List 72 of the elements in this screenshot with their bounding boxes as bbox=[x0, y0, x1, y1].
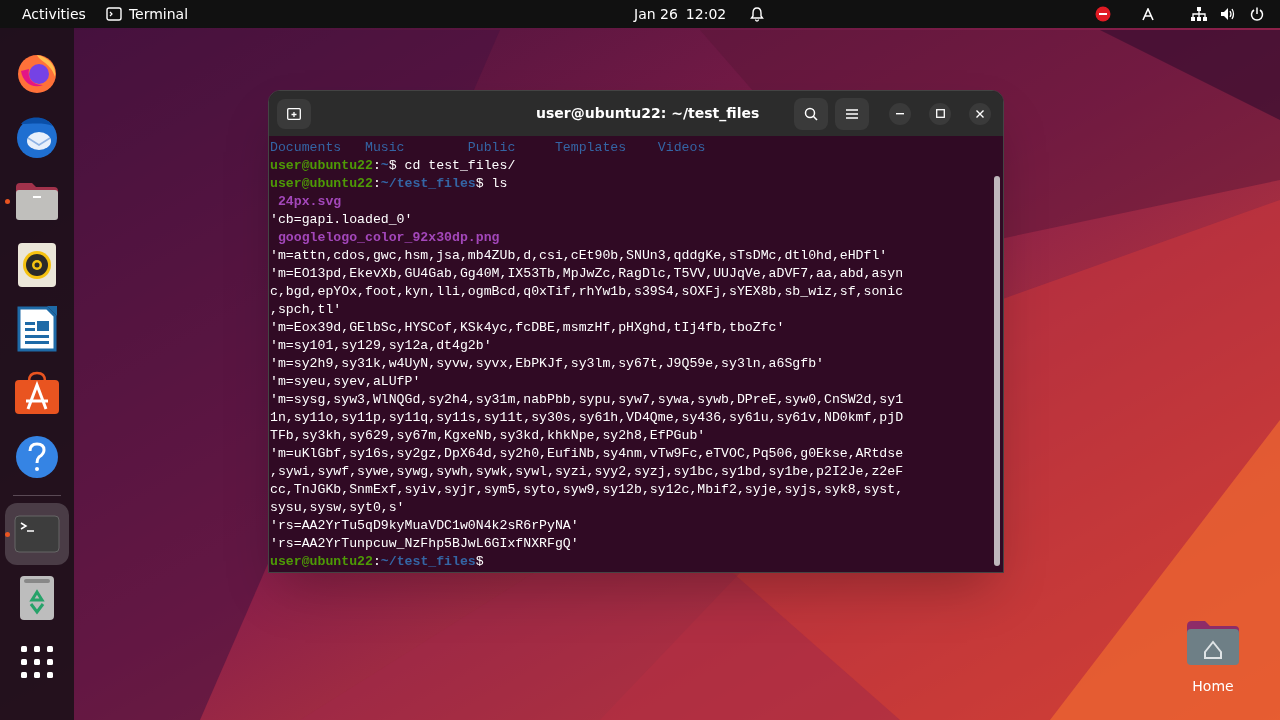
new-tab-icon bbox=[287, 107, 301, 120]
app-menu[interactable]: Terminal bbox=[128, 3, 189, 25]
minimize-icon bbox=[896, 112, 904, 115]
terminal-text: 'm=sysg,syw3,WlNQGd,sy2h4,sy31m,nabPbb,sypu,syw7,sywa,sywb,DPreE,syw0,CnSW2d,sy1 bbox=[270, 392, 904, 407]
terminal-text: 1n,sy11o,sy11p,sy11q,sy11s,sy11t,sy30s,sy61h,VD4Qme,sy436,sy61u,sy61v,ND0kmf,pjD bbox=[270, 410, 904, 425]
terminal-text: sysu,sysw,syt0,s' bbox=[270, 500, 405, 515]
maximize-icon bbox=[935, 109, 945, 118]
terminal-text: ,spch,tl' bbox=[270, 302, 342, 317]
terminal-text: 'm=syeu,syev,aLUfP' bbox=[270, 374, 421, 389]
terminal-text: $ ls bbox=[475, 176, 508, 191]
terminal-text: TFb,sy3kh,sy629,sy67m,KgxeNb,sy3kd,khkNpe,sy2h8,EfPGub' bbox=[270, 428, 706, 443]
home-folder-icon[interactable] bbox=[1185, 618, 1241, 666]
menu-button[interactable] bbox=[835, 97, 869, 130]
terminal-text: 'rs=AA2YrTu5qD9kyMuaVDC1w0N4k2sR6rPyNA' bbox=[270, 518, 579, 533]
speaker-icon bbox=[18, 243, 56, 287]
question-mark-icon bbox=[15, 435, 59, 479]
keyboard-layout-icon[interactable] bbox=[1142, 7, 1154, 21]
image-file-name: googlelogo_color_92x30dp.png bbox=[276, 230, 500, 245]
prompt-user: user@ubuntu22 bbox=[270, 176, 373, 191]
terminal-text: 'm=uKlGbf,sy16s,sy2gz,DpX64d,sy2h0,EufiNb,sy4nm,vTw9Fc,eTVOC,Pq506,g0Ekse,ARtdse bbox=[270, 446, 904, 461]
terminal-text: 'm=attn,cdos,gwc,hsm,jsa,mb4ZUb,d,csi,cEt90b,SNUn3,qddgKe,sTsDMc,dtl0hd,eHDfl' bbox=[270, 248, 888, 263]
prompt-path: ~/test_files bbox=[380, 176, 476, 191]
minimize-button[interactable] bbox=[889, 102, 911, 125]
window-title: user@ubuntu22: ~/test_files bbox=[536, 104, 760, 124]
terminal-text: c,bgd,epYOx,foot,kyn,lli,ogmBcd,q0xTif,rhYw1b,s39S4,sOXFj,sYEX8b,sb_wiz,sf,sonic bbox=[270, 284, 904, 299]
menu-icon bbox=[846, 108, 858, 119]
clock-text[interactable]: 12:02 bbox=[685, 3, 727, 25]
new-tab-button[interactable] bbox=[277, 98, 311, 129]
network-icon[interactable] bbox=[1191, 7, 1207, 21]
prompt-user: user@ubuntu22 bbox=[270, 158, 373, 173]
terminal-text: : bbox=[372, 158, 381, 173]
terminal-text: 'm=Eox39d,GElbSc,HYSCof,KSk4yc,fcDBE,msmzHf,pHXghd,tIj4fb,tboZfc' bbox=[270, 320, 785, 335]
terminal-text: : bbox=[372, 176, 381, 191]
power-icon[interactable] bbox=[1250, 7, 1264, 21]
maximize-button[interactable] bbox=[929, 102, 951, 125]
terminal-text: ,sywi,sywf,sywe,sywg,sywh,sywk,sywl,syzi,syy2,syzj,sy1bc,sy1bd,sy1be,p2I2Je,z2eF bbox=[270, 464, 904, 479]
terminal-text: : bbox=[372, 554, 381, 569]
volume-icon[interactable] bbox=[1220, 7, 1236, 21]
terminal-icon bbox=[105, 7, 122, 21]
image-file-name: 24px.svg bbox=[276, 194, 342, 209]
scrollbar[interactable] bbox=[994, 176, 1000, 566]
terminal-text: 'm=sy2h9,sy31k,w4UyN,syvw,syvx,EbPKJf,sy3lm,sy67t,J9Q59e,sy3ln,a6Sgfb' bbox=[270, 356, 824, 371]
desktop-icon-label[interactable]: Home bbox=[1192, 676, 1234, 697]
terminal-text: 'rs=AA2YrTunpcuw_NzFhp5BJwL6GIxfNXRFgQ' bbox=[270, 536, 579, 551]
terminal-text: 'cb=gapi.loaded_0' bbox=[270, 212, 413, 227]
terminal-text: 'm=EO13pd,EkevXb,GU4Gab,Gg40M,IX53Tb,MpJwZc,RagDlc,T5VV,UUJqVe,aDVF7,aa,abd,asyn bbox=[270, 266, 904, 281]
close-button[interactable] bbox=[969, 102, 991, 125]
do-not-disturb-icon[interactable] bbox=[1095, 6, 1111, 22]
terminal-text: 'm=sy101,sy129,sy12a,dt4g2b' bbox=[270, 338, 492, 353]
shopping-bag-icon bbox=[14, 371, 60, 415]
terminal-text: cc,TnJGKb,SnmExf,syiv,syjr,sym5,syto,syw9,sy12b,sy12c,Mbif2,syje,syjs,syk8,syst, bbox=[270, 482, 904, 497]
close-icon bbox=[976, 109, 984, 118]
date-text[interactable]: Jan 26 bbox=[634, 3, 678, 25]
prompt-user: user@ubuntu22 bbox=[270, 554, 373, 569]
recycle-bin-icon bbox=[20, 576, 54, 620]
directory-name: Music bbox=[364, 140, 406, 155]
search-button[interactable] bbox=[794, 97, 828, 130]
search-icon bbox=[804, 106, 818, 121]
directory-name: Public bbox=[467, 140, 517, 155]
document-icon bbox=[17, 306, 57, 352]
terminal-text: $ bbox=[475, 554, 484, 569]
terminal-text: $ cd test_files/ bbox=[388, 158, 516, 173]
directory-name: Documents bbox=[270, 140, 343, 155]
directory-name: Videos bbox=[657, 140, 706, 155]
prompt-path: ~ bbox=[380, 158, 389, 173]
directory-name: Templates bbox=[554, 140, 628, 155]
activities-button[interactable]: Activities bbox=[18, 3, 90, 25]
app-grid-icon bbox=[21, 646, 53, 678]
bell-icon bbox=[750, 6, 765, 22]
prompt-path: ~/test_files bbox=[380, 554, 476, 569]
folder-icon bbox=[14, 181, 60, 221]
terminal-icon bbox=[14, 515, 60, 553]
